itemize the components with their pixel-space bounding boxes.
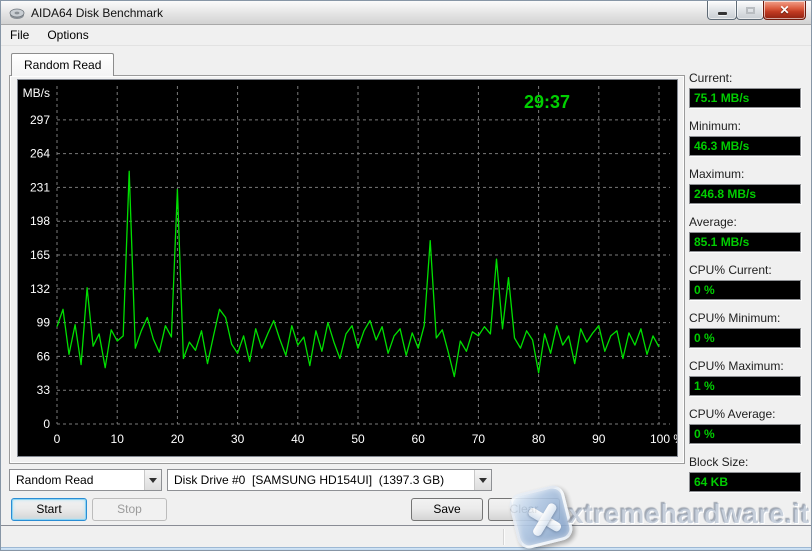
svg-text:0: 0 [54,432,61,446]
stats-panel: Current: 75.1 MB/s Minimum: 46.3 MB/s Ma… [689,71,801,503]
svg-text:50: 50 [351,432,365,446]
app-window: AIDA64 Disk Benchmark ✕ File Options Ran… [0,0,812,551]
svg-text:231: 231 [30,180,50,194]
benchmark-type-select[interactable]: Random Read [9,469,162,491]
title-bar: AIDA64 Disk Benchmark ✕ [1,1,811,25]
window-title: AIDA64 Disk Benchmark [31,6,163,20]
close-icon: ✕ [779,3,789,17]
status-bar [1,525,811,547]
stat-block-size-value: 64 KB [689,472,801,492]
menu-options[interactable]: Options [38,25,97,45]
stat-current-label: Current: [689,71,801,86]
chevron-down-icon [479,478,487,483]
chart-canvas: 0 33 66 99 132 165 198 231 264 297 0 10 20 30 40 50 60 70… [18,80,677,456]
stat-cpu-maximum-value: 1 % [689,376,801,396]
svg-text:40: 40 [291,432,305,446]
svg-text:90: 90 [592,432,606,446]
stat-maximum-label: Maximum: [689,167,801,182]
svg-text:99: 99 [37,316,51,330]
stat-cpu-minimum-value: 0 % [689,328,801,348]
svg-text:66: 66 [37,349,51,363]
disk-drive-value: Disk Drive #0 [SAMSUNG HD154UI] (1397.3 … [168,473,474,487]
menu-file[interactable]: File [1,25,38,45]
benchmark-chart: 0 33 66 99 132 165 198 231 264 297 0 10 20 30 40 50 60 70… [17,79,678,457]
stat-current-value: 75.1 MB/s [689,88,801,108]
chevron-down-icon [149,478,157,483]
disk-drive-select[interactable]: Disk Drive #0 [SAMSUNG HD154UI] (1397.3 … [167,469,492,491]
svg-text:80: 80 [532,432,546,446]
stop-button[interactable]: Stop [92,498,167,521]
maximize-icon [746,7,755,14]
status-bar-separator [503,529,504,545]
svg-text:MB/s: MB/s [23,86,50,100]
svg-text:29:37: 29:37 [524,92,570,112]
stat-cpu-average-value: 0 % [689,424,801,444]
svg-text:165: 165 [30,248,50,262]
start-button[interactable]: Start [11,498,87,521]
window-bottom-frame [1,547,811,551]
stat-minimum-value: 46.3 MB/s [689,136,801,156]
svg-text:264: 264 [30,147,50,161]
stat-block-size-label: Block Size: [689,455,801,470]
disk-drive-dropdown-arrow[interactable] [474,470,491,490]
svg-text:30: 30 [231,432,245,446]
minimize-button[interactable] [707,1,737,20]
stat-cpu-current-value: 0 % [689,280,801,300]
svg-text:297: 297 [30,113,50,127]
minimize-icon [718,12,727,15]
stat-average-label: Average: [689,215,801,230]
svg-text:10: 10 [111,432,125,446]
stat-cpu-maximum-label: CPU% Maximum: [689,359,801,374]
benchmark-type-dropdown-arrow[interactable] [144,470,161,490]
close-button[interactable]: ✕ [763,1,806,20]
stat-cpu-average-label: CPU% Average: [689,407,801,422]
svg-text:33: 33 [37,383,51,397]
svg-text:100 %: 100 % [650,432,677,446]
svg-text:70: 70 [472,432,486,446]
stat-maximum-value: 246.8 MB/s [689,184,801,204]
stat-average-value: 85.1 MB/s [689,232,801,252]
menu-bar: File Options [1,25,811,46]
svg-text:20: 20 [171,432,185,446]
stat-cpu-minimum-label: CPU% Minimum: [689,311,801,326]
stat-minimum-label: Minimum: [689,119,801,134]
stat-cpu-current-label: CPU% Current: [689,263,801,278]
clear-button[interactable]: Clear [488,498,560,521]
svg-text:0: 0 [43,417,50,431]
window-controls: ✕ [708,1,806,20]
svg-text:60: 60 [412,432,426,446]
save-button[interactable]: Save [411,498,483,521]
disk-drive-icon [9,6,25,20]
benchmark-type-value: Random Read [10,473,144,487]
svg-text:198: 198 [30,214,50,228]
svg-text:132: 132 [30,282,50,296]
maximize-button[interactable] [736,1,764,20]
tab-random-read[interactable]: Random Read [11,53,114,76]
